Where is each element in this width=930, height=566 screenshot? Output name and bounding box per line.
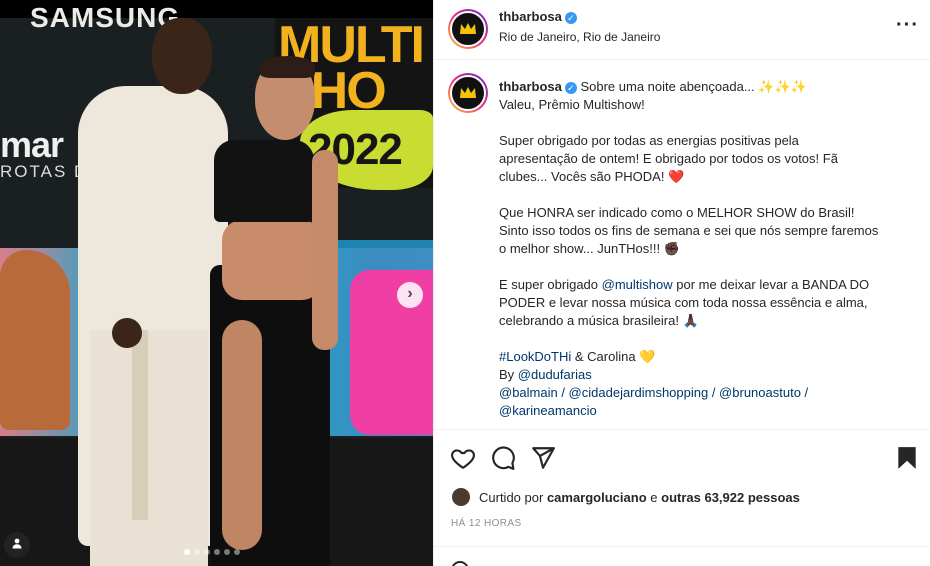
user-tag-icon[interactable] <box>4 532 30 558</box>
comment-bar <box>434 546 930 566</box>
caption-line: apresentação de ontem! E obrigado por to… <box>499 151 838 166</box>
caption-username[interactable]: thbarbosa <box>499 79 562 94</box>
caption-line: Super obrigado por todas as energias pos… <box>499 133 799 148</box>
author-avatar[interactable] <box>448 9 488 49</box>
verified-badge-icon: ✓ <box>564 82 577 94</box>
author-username[interactable]: thbarbosa <box>499 9 562 24</box>
caption-line: Sinto isso todos os fins de semana e sei… <box>499 223 879 238</box>
caption-author-avatar[interactable] <box>448 73 488 113</box>
comment-icon[interactable] <box>490 445 516 471</box>
liker-avatar[interactable] <box>451 487 471 507</box>
more-options-icon[interactable]: ··· <box>896 14 919 37</box>
mention-line[interactable]: @karineamancio <box>499 402 917 420</box>
smile-icon[interactable] <box>451 561 469 566</box>
carousel-dots <box>184 549 240 555</box>
post-header: thbarbosa ✓ Rio de Janeiro, Rio de Janeir… <box>434 0 930 60</box>
chevron-right-icon[interactable]: › <box>397 282 423 308</box>
heart-icon[interactable] <box>450 445 476 471</box>
caption-text: thbarbosa ✓ Sobre uma noite abençoada... … <box>499 78 917 420</box>
hashtag-line[interactable]: #LookDoTHi & Carolina 💛 <box>499 348 917 366</box>
crown-icon <box>460 87 476 98</box>
post-timestamp[interactable]: HÁ 12 HORAS <box>451 518 522 529</box>
person-man-head <box>152 18 212 94</box>
post-photo[interactable]: SAMSUNG mar ROTAS DO MULTI SHO 2022 › <box>0 0 433 566</box>
person-woman-top <box>214 140 314 222</box>
caption-area: thbarbosa ✓ Sobre uma noite abençoada... … <box>434 61 930 429</box>
likes-count[interactable]: outras 63,922 pessoas <box>661 490 800 505</box>
caption-line: celebrando a música brasileira! 🙏🏿 <box>499 313 699 328</box>
caption-line: clubes... Vocês são PHODA! ❤️ <box>499 169 685 184</box>
caption-line: Sobre uma noite abençoada... ✨✨✨ <box>580 79 807 94</box>
post-actions: Curtido por camargoluciano e outras 63,9… <box>434 429 930 559</box>
bookmark-icon[interactable] <box>894 445 920 471</box>
carousel-dot <box>184 549 190 555</box>
carousel-dot <box>214 549 220 555</box>
crown-icon <box>460 23 476 34</box>
caption-line: PODER e levar nossa música com toda noss… <box>499 295 868 310</box>
mention-line[interactable]: @balmain / @cidadejardimshopping / @brun… <box>499 384 917 402</box>
carousel-dot <box>194 549 200 555</box>
post-location[interactable]: Rio de Janeiro, Rio de Janeiro <box>499 30 660 44</box>
likes-summary: Curtido por camargoluciano e outras 63,9… <box>451 487 800 507</box>
caption-line: Que HONRA ser indicado como o MELHOR SHO… <box>499 205 855 220</box>
backdrop-sponsor-text-left: mar <box>0 124 64 165</box>
caption-line: o melhor show... JunTHos!!! ✊🏿 <box>499 241 680 256</box>
carousel-dot <box>234 549 240 555</box>
post-side-panel: thbarbosa ✓ Rio de Janeiro, Rio de Janeir… <box>433 0 930 566</box>
caption-line-with-mention: E super obrigado @multishow por me deixa… <box>499 277 870 292</box>
mention-line[interactable]: By @dudufarias <box>499 366 917 384</box>
send-icon[interactable] <box>530 445 556 471</box>
carousel-dot <box>224 549 230 555</box>
caption-line: Valeu, Prêmio Multishow! <box>499 97 645 112</box>
verified-badge-icon: ✓ <box>564 12 577 24</box>
carousel-dot <box>204 549 210 555</box>
liker-username[interactable]: camargoluciano <box>547 490 647 505</box>
